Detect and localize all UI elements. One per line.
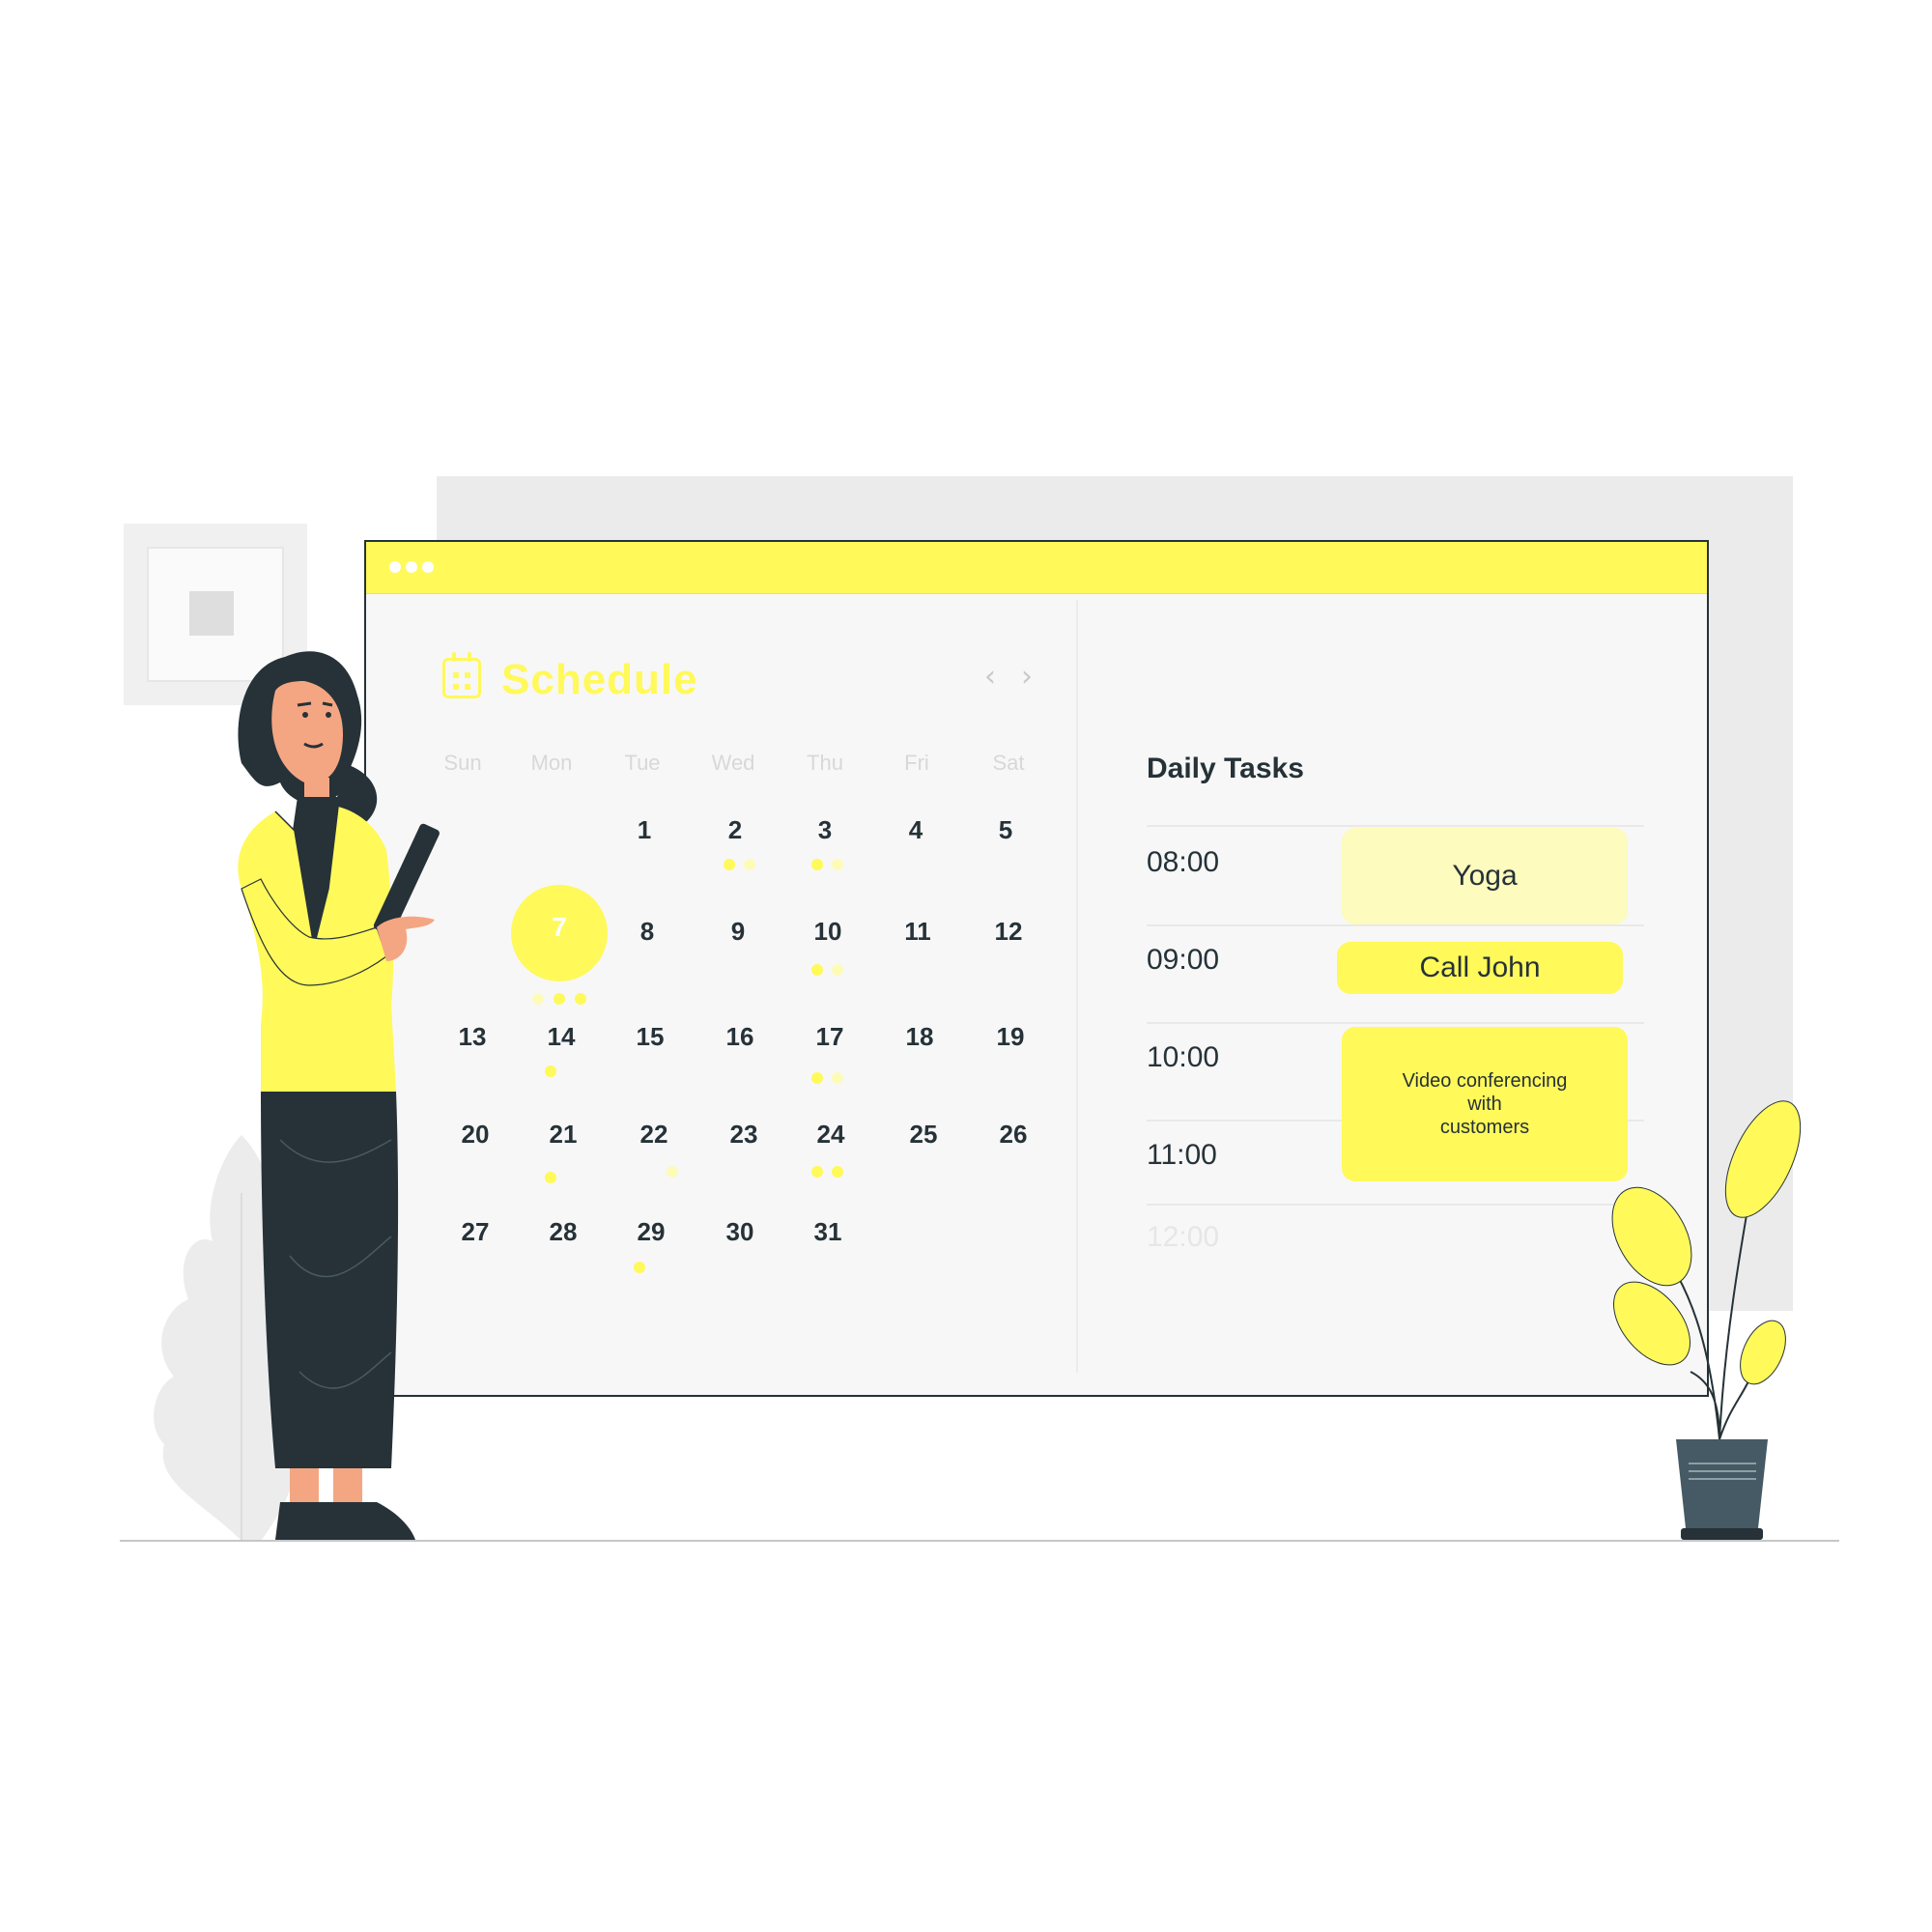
event-dot <box>634 1262 645 1273</box>
event-dot <box>811 1166 823 1178</box>
app-window: Schedule ‹ › Sun Mon Tue Wed Thu Fri Sat… <box>364 540 1709 1397</box>
window-control-dot[interactable] <box>406 561 417 573</box>
time-divider <box>1147 1022 1644 1024</box>
event-dot <box>744 859 755 870</box>
calendar-day[interactable]: 25 <box>885 1120 962 1150</box>
calendar-day[interactable]: 2 <box>696 815 774 845</box>
person-illustration <box>238 651 440 1540</box>
calendar-day[interactable]: 12 <box>970 917 1047 947</box>
calendar-day[interactable]: 23 <box>705 1120 782 1150</box>
window-titlebar <box>366 542 1707 594</box>
calendar-day[interactable]: 29 <box>612 1217 690 1247</box>
calendar-day[interactable]: 8 <box>609 917 686 947</box>
time-slot-label: 10:00 <box>1147 1041 1220 1073</box>
time-divider <box>1147 825 1644 827</box>
calendar-day[interactable]: 31 <box>789 1217 867 1247</box>
calendar-day[interactable]: 5 <box>967 815 1044 845</box>
calendar-day[interactable]: 19 <box>972 1022 1049 1052</box>
time-slot-label: 12:00 <box>1147 1221 1220 1253</box>
calendar-day-selected[interactable]: 7 <box>511 912 608 943</box>
task-card-yoga[interactable]: Yoga <box>1342 828 1628 924</box>
time-slot-label: 08:00 <box>1147 846 1220 878</box>
event-dot <box>811 1072 823 1084</box>
potted-plant-illustration <box>1611 1100 1802 1540</box>
calendar-day[interactable]: 3 <box>786 815 864 845</box>
window-control-dot[interactable] <box>422 561 434 573</box>
task-card-call-john[interactable]: Call John <box>1337 942 1623 994</box>
event-dot <box>667 1166 678 1178</box>
time-divider <box>1147 924 1644 926</box>
calendar-day[interactable]: 14 <box>523 1022 600 1052</box>
time-divider <box>1147 1204 1644 1206</box>
weekday-label: Tue <box>624 751 661 775</box>
event-dot <box>724 859 735 870</box>
task-card-video-conferencing[interactable]: Video conferencing with customers <box>1342 1027 1628 1181</box>
calendar-day[interactable]: 28 <box>525 1217 602 1247</box>
weekday-label: Thu <box>807 751 843 775</box>
event-dot <box>532 993 544 1005</box>
event-dot <box>832 859 843 870</box>
calendar-day[interactable]: 22 <box>615 1120 693 1150</box>
frame-picture <box>189 591 234 636</box>
event-dot <box>832 1072 843 1084</box>
time-slot-label: 09:00 <box>1147 944 1220 976</box>
calendar-day[interactable]: 21 <box>525 1120 602 1150</box>
weekday-label: Sat <box>992 751 1025 775</box>
event-dot <box>811 859 823 870</box>
daily-tasks-title: Daily Tasks <box>1147 753 1304 784</box>
calendar-day[interactable]: 26 <box>975 1120 1052 1150</box>
chevron-right-icon[interactable]: › <box>1021 660 1033 694</box>
calendar-day[interactable]: 30 <box>701 1217 779 1247</box>
calendar-day[interactable]: 4 <box>877 815 954 845</box>
event-dot <box>811 964 823 976</box>
calendar-day[interactable]: 18 <box>881 1022 958 1052</box>
calendar-day[interactable]: 15 <box>611 1022 689 1052</box>
calendar-day[interactable]: 17 <box>791 1022 868 1052</box>
event-dot <box>554 993 565 1005</box>
event-dot <box>545 1065 556 1077</box>
event-dot <box>575 993 586 1005</box>
weekday-label: Wed <box>711 751 755 775</box>
panel-divider <box>1076 600 1078 1373</box>
event-dot <box>545 1172 556 1183</box>
schedule-title: Schedule <box>501 656 698 703</box>
calendar-day[interactable]: 9 <box>699 917 777 947</box>
calendar-day[interactable]: 10 <box>789 917 867 947</box>
calendar-day[interactable]: 16 <box>701 1022 779 1052</box>
event-dot <box>832 1166 843 1178</box>
window-control-dot[interactable] <box>389 561 401 573</box>
calendar-day[interactable]: 1 <box>606 815 683 845</box>
weekday-label: Fri <box>904 751 929 775</box>
calendar-day[interactable]: 24 <box>792 1120 869 1150</box>
chevron-left-icon[interactable]: ‹ <box>984 660 996 694</box>
time-slot-label: 11:00 <box>1147 1139 1217 1171</box>
weekday-label: Mon <box>530 751 573 775</box>
floor-line <box>120 1540 1839 1542</box>
calendar-day[interactable]: 11 <box>879 917 956 947</box>
event-dot <box>832 964 843 976</box>
